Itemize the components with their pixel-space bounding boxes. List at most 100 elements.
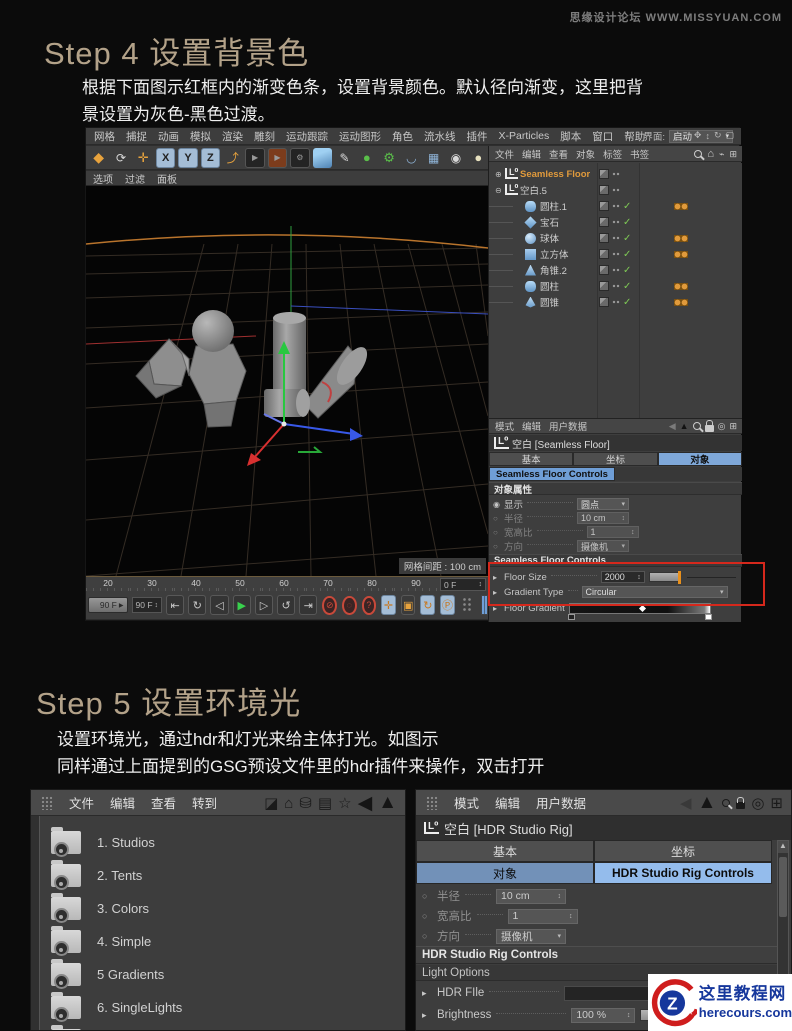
move-tool-icon[interactable]: ✛ <box>133 147 153 168</box>
make-editable-icon[interactable]: ◆ <box>89 147 109 168</box>
tree-row[interactable]: ⊕ Seamless Floor ✓ <box>489 166 742 182</box>
object-label[interactable]: 球体 <box>540 231 559 245</box>
catalog-icon[interactable]: ▤ <box>318 794 332 812</box>
visibility-dots-icon[interactable] <box>612 204 620 208</box>
tree-row[interactable]: 立方体 ✓ <box>489 246 742 262</box>
history-back-icon[interactable]: ◀ <box>669 421 676 432</box>
transport-button[interactable]: ↺ <box>277 595 296 615</box>
enabled-check-icon[interactable]: ✓ <box>623 249 631 260</box>
layer-icon[interactable] <box>599 201 609 211</box>
row-state-icon[interactable]: ○ <box>493 542 504 551</box>
transport-button[interactable]: ⇤ <box>166 595 185 615</box>
maximize-icon[interactable]: ▢ <box>725 130 734 141</box>
target-icon[interactable]: ◎ <box>718 421 726 432</box>
panel-grip-icon[interactable] <box>426 795 438 810</box>
back-icon[interactable]: ◀ <box>358 792 373 815</box>
menu-item[interactable]: 窗口 <box>592 129 613 144</box>
rotate-tool-icon[interactable]: ⟳ <box>111 147 131 168</box>
pan-icon[interactable]: ✥ <box>694 130 702 141</box>
object-manager-menu-item[interactable]: 编辑 <box>522 147 541 161</box>
current-frame-field[interactable]: 0 F ↕ <box>440 578 486 591</box>
tree-row[interactable]: 角锥.2 ✓ <box>489 262 742 278</box>
viewport-menu-item[interactable]: 过滤 <box>125 171 145 186</box>
folder-item[interactable]: 6. SingleLights <box>51 991 182 1024</box>
material-tag-icon[interactable] <box>674 298 689 306</box>
browser-menu-item[interactable]: 转到 <box>192 793 217 812</box>
visibility-dots-icon[interactable] <box>612 188 620 192</box>
render-view-icon[interactable]: ▶ <box>245 147 265 168</box>
record-button[interactable]: ◌ <box>342 595 357 615</box>
layer-icon[interactable] <box>599 217 609 227</box>
object-manager-menu-item[interactable]: 查看 <box>549 147 568 161</box>
row-control[interactable]: 摄像机 ▾ <box>496 928 566 944</box>
attribute-menu-item[interactable]: 用户数据 <box>549 419 587 433</box>
folder-item[interactable]: 1. Studios <box>51 826 155 859</box>
dots-grid-icon[interactable] <box>461 597 474 613</box>
floor-icon[interactable]: ▦ <box>424 147 444 168</box>
camera-icon[interactable]: ◉ <box>446 147 466 168</box>
object-label[interactable]: 空白.5 <box>520 183 547 197</box>
transport-button[interactable]: ▶ <box>232 595 251 615</box>
viewport-menu-item[interactable]: 面板 <box>157 171 177 186</box>
attribute-tab[interactable]: 对象 <box>657 452 742 466</box>
viewport-3d[interactable]: 网格间距 : 100 cm <box>86 186 488 576</box>
timeline-slider[interactable]: 90 F ▶ <box>88 597 128 613</box>
transport-button[interactable]: ◁ <box>210 595 229 615</box>
enabled-check-icon[interactable]: ✓ <box>623 233 631 244</box>
hdr-menu-item[interactable]: 编辑 <box>495 793 520 812</box>
row-state-icon[interactable]: ○ <box>422 891 437 901</box>
visibility-dots-icon[interactable] <box>612 252 620 256</box>
visibility-dots-icon[interactable] <box>612 172 620 176</box>
material-tag-icon[interactable] <box>674 234 689 242</box>
row-state-icon[interactable]: ▸ <box>422 988 437 999</box>
attribute-tab[interactable]: 坐标 <box>573 452 658 466</box>
layer-icon[interactable] <box>599 249 609 259</box>
menu-item[interactable]: X-Particles <box>499 130 550 142</box>
tree-row[interactable]: ⊖ 空白.5 ✓ <box>489 182 742 198</box>
expand-icon[interactable]: ⊖ <box>495 186 504 195</box>
target-icon[interactable]: ◎ <box>751 794 764 812</box>
menu-item[interactable]: 动画 <box>158 129 179 144</box>
object-label[interactable]: 圆柱.1 <box>540 199 567 213</box>
layer-icon[interactable] <box>599 233 609 243</box>
row-state-icon[interactable]: ○ <box>422 911 437 921</box>
search-icon[interactable] <box>692 422 701 430</box>
folder-item[interactable]: 2. Tents <box>51 859 142 892</box>
visibility-dots-icon[interactable] <box>612 236 620 240</box>
z-axis-button[interactable]: Z <box>200 147 221 168</box>
viewport-menu-item[interactable]: 选项 <box>93 171 113 186</box>
menu-item[interactable]: 捕捉 <box>126 129 147 144</box>
object-label[interactable]: 宝石 <box>540 215 559 229</box>
material-tag-icon[interactable] <box>674 202 689 210</box>
object-manager-menu-item[interactable]: 文件 <box>495 147 514 161</box>
light-icon[interactable]: ● <box>468 147 488 168</box>
layer-icon[interactable] <box>599 297 609 307</box>
menu-item[interactable]: 流水线 <box>424 129 456 144</box>
menu-item[interactable]: 插件 <box>467 129 488 144</box>
object-label[interactable]: 角锥.2 <box>540 263 567 277</box>
visibility-dots-icon[interactable] <box>612 220 620 224</box>
folder-item[interactable]: 3. Colors <box>51 892 149 925</box>
row-control[interactable]: 10 cm ↕ <box>496 888 566 904</box>
layer-icon[interactable] <box>599 185 609 195</box>
row-control[interactable]: 10 cm ↕ <box>577 512 630 524</box>
cube-primitive-icon[interactable] <box>312 147 332 168</box>
home-icon[interactable]: ⌂ <box>707 148 714 160</box>
menu-item[interactable]: 帮助 <box>624 129 645 144</box>
favorites-icon[interactable]: ☆ <box>338 794 351 812</box>
transport-button[interactable]: ▷ <box>254 595 274 615</box>
browser-menu-item[interactable]: 编辑 <box>110 793 135 812</box>
attribute-menu-item[interactable]: 编辑 <box>522 419 541 433</box>
object-manager-menu-item[interactable]: 标签 <box>603 147 622 161</box>
y-axis-button[interactable]: Y <box>178 147 198 168</box>
visibility-dots-icon[interactable] <box>612 284 620 288</box>
record-button[interactable]: ⊘ <box>322 595 338 615</box>
tree-row[interactable]: 圆柱 ✓ <box>489 278 742 294</box>
object-manager-menu-item[interactable]: 书签 <box>630 147 649 161</box>
menu-item[interactable]: 网格 <box>94 129 115 144</box>
hdr-menu-item[interactable]: 用户数据 <box>536 793 586 812</box>
key-toggle-button[interactable]: ▣ <box>400 595 416 615</box>
cursor-icon[interactable]: ▲ <box>680 421 689 431</box>
tab-object[interactable]: 对象 <box>416 862 594 884</box>
layer-icon[interactable] <box>599 265 609 275</box>
